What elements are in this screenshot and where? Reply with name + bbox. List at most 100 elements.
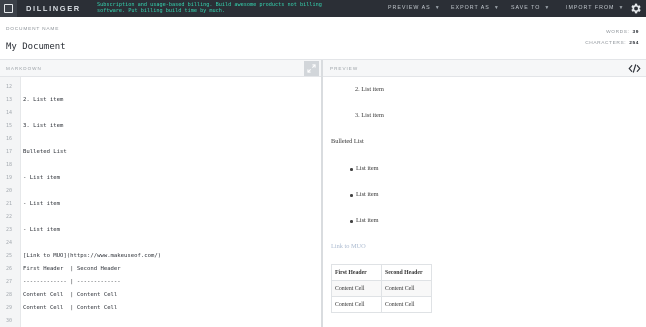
caret-down-icon: ▼ xyxy=(493,5,500,11)
markdown-editor[interactable]: 12 13 2. List item 14 15 3. List item 16 17 Bull… xyxy=(0,77,321,327)
menu-label: PREVIEW AS xyxy=(388,5,431,11)
line-text: Content Cell | Content Cell xyxy=(23,304,118,311)
line-number: 17 xyxy=(6,149,13,155)
table-header-cell: Second Header xyxy=(381,264,432,281)
line-text: Bulleted List xyxy=(23,148,67,155)
preview-paragraph: Bulleted List xyxy=(331,138,364,145)
line-text: [Link to MUO](https://www.makeuseof.com/… xyxy=(23,252,162,259)
line-text: First Header | Second Header xyxy=(23,265,121,272)
line-text: ------------- | ------------- xyxy=(23,278,121,285)
table-row: Content Cell Content Cell xyxy=(331,296,432,313)
editor-line[interactable]: 12 xyxy=(0,80,321,93)
line-text: 2. List item xyxy=(23,96,64,103)
menu-preview-as[interactable]: PREVIEW AS ▼ xyxy=(388,5,441,11)
line-text: - List item xyxy=(23,174,61,181)
editor-line[interactable]: 22 xyxy=(0,210,321,223)
preview-pane-header: PREVIEW xyxy=(323,60,646,77)
editor-line[interactable]: 29 Content Cell | Content Cell xyxy=(0,301,321,314)
promo-line: Subscription and usage-based billing. Bu… xyxy=(97,1,322,8)
code-icon[interactable] xyxy=(628,62,641,75)
bullet-marker xyxy=(350,168,353,171)
editor-line[interactable]: 27 ------------- | ------------- xyxy=(0,275,321,288)
preview-pane: 2. List item 3. List item Bulleted List … xyxy=(323,77,646,327)
line-number: 26 xyxy=(6,266,13,272)
table-header-row: First Header Second Header xyxy=(331,264,432,281)
document-bar: DOCUMENT NAME My Document WORDS: 39 CHARA… xyxy=(0,17,646,60)
line-number: 13 xyxy=(6,97,13,103)
top-navbar: DILLINGER Subscription and usage-based b… xyxy=(0,0,646,17)
document-stats: WORDS: 39 CHARACTERS: 254 xyxy=(585,27,639,49)
menu-label: SAVE TO xyxy=(511,5,541,11)
line-number: 19 xyxy=(6,175,13,181)
caret-down-icon: ▼ xyxy=(618,5,625,11)
brand-title: DILLINGER xyxy=(26,4,81,13)
expand-icon xyxy=(307,64,316,73)
promo-banner[interactable]: Subscription and usage-based billing. Bu… xyxy=(97,2,347,15)
gear-icon[interactable] xyxy=(629,2,642,15)
editor-line[interactable]: 30 xyxy=(0,314,321,327)
table-cell: Content Cell xyxy=(331,280,382,297)
line-number: 25 xyxy=(6,253,13,259)
editor-line[interactable]: 21 - List item xyxy=(0,197,321,210)
line-number: 14 xyxy=(6,110,13,116)
line-number: 27 xyxy=(6,279,13,285)
table-header-cell: First Header xyxy=(331,264,382,281)
editor-line[interactable]: 24 xyxy=(0,236,321,249)
editor-line[interactable]: 17 Bulleted List xyxy=(0,145,321,158)
bullet-list-item: List item xyxy=(356,217,379,224)
document-name-input[interactable]: My Document xyxy=(6,42,66,52)
preview-link[interactable]: Link to MUO xyxy=(331,243,366,250)
editor-line[interactable]: 26 First Header | Second Header xyxy=(0,262,321,275)
editor-line[interactable]: 19 - List item xyxy=(0,171,321,184)
line-text: - List item xyxy=(23,226,61,233)
preview-table: First Header Second Header Content Cell … xyxy=(331,264,432,313)
line-number: 24 xyxy=(6,240,13,246)
table-cell: Content Cell xyxy=(381,280,432,297)
word-count: WORDS: 39 xyxy=(606,30,639,35)
line-text: 3. List item xyxy=(23,122,64,129)
line-number: 20 xyxy=(6,188,13,194)
bullet-list-item: List item xyxy=(356,191,379,198)
expand-button[interactable] xyxy=(304,61,319,76)
line-text: - List item xyxy=(23,200,61,207)
ordered-list-item: 2. List item xyxy=(355,86,384,93)
table-cell: Content Cell xyxy=(331,296,382,313)
bullet-list-item: List item xyxy=(356,165,379,172)
editor-line[interactable]: 15 3. List item xyxy=(0,119,321,132)
line-text: Content Cell | Content Cell xyxy=(23,291,118,298)
menu-label: IMPORT FROM xyxy=(566,5,615,11)
line-number: 23 xyxy=(6,227,13,233)
editor-pane-title: MARKDOWN xyxy=(6,66,42,71)
editor-line[interactable]: 23 - List item xyxy=(0,223,321,236)
ordered-list-item: 3. List item xyxy=(355,112,384,119)
editor-line[interactable]: 18 xyxy=(0,158,321,171)
editor-line[interactable]: 25 [Link to MUO](https://www.makeuseof.co… xyxy=(0,249,321,262)
editor-line[interactable]: 14 xyxy=(0,106,321,119)
line-number: 22 xyxy=(6,214,13,220)
line-number: 18 xyxy=(6,162,13,168)
line-number: 29 xyxy=(6,305,13,311)
editor-line[interactable]: 13 2. List item xyxy=(0,93,321,106)
editor-line[interactable]: 28 Content Cell | Content Cell xyxy=(0,288,321,301)
line-number: 12 xyxy=(6,84,13,90)
editor-line[interactable]: 20 xyxy=(0,184,321,197)
dillinger-logo-icon[interactable] xyxy=(0,0,17,17)
caret-down-icon: ▼ xyxy=(544,5,551,11)
line-number: 30 xyxy=(6,318,13,324)
line-number: 28 xyxy=(6,292,13,298)
menu-save-to[interactable]: SAVE TO ▼ xyxy=(511,5,550,11)
character-count: CHARACTERS: 254 xyxy=(585,41,639,46)
menu-label: EXPORT AS xyxy=(451,5,490,11)
menu-import-from[interactable]: IMPORT FROM ▼ xyxy=(566,5,624,11)
preview-pane-title: PREVIEW xyxy=(330,66,359,71)
table-row: Content Cell Content Cell xyxy=(331,280,432,297)
editor-pane-header: MARKDOWN xyxy=(0,60,321,77)
bullet-marker xyxy=(350,194,353,197)
document-name-label: DOCUMENT NAME xyxy=(6,27,60,32)
menu-export-as[interactable]: EXPORT AS ▼ xyxy=(451,5,500,11)
caret-down-icon: ▼ xyxy=(434,5,441,11)
table-cell: Content Cell xyxy=(381,296,432,313)
line-number: 21 xyxy=(6,201,13,207)
promo-line: software. Put billing build time by much… xyxy=(97,8,226,15)
editor-line[interactable]: 16 xyxy=(0,132,321,145)
